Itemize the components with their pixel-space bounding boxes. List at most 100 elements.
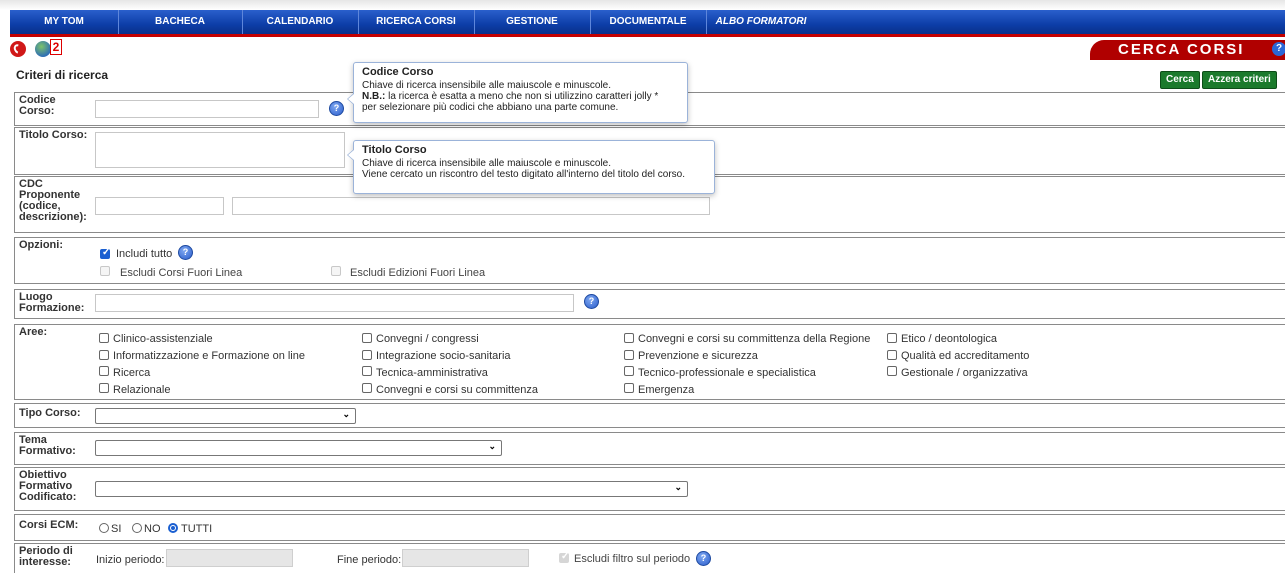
page-title: CERCA CORSI [1090,40,1285,60]
nav-documentale[interactable]: DOCUMENTALE [590,10,707,34]
area-checkbox[interactable] [362,366,372,376]
luogo-input[interactable] [95,294,574,312]
nav-ricerca-corsi[interactable]: RICERCA CORSI [358,10,475,34]
escludi-corsi-label: Escludi Corsi Fuori Linea [120,267,243,279]
help-icon[interactable]: ? [1272,42,1285,56]
obiettivo-label: Obiettivo Formativo Codificato: [19,469,77,503]
phone-icon[interactable] [10,41,26,57]
escludi-edizioni-checkbox[interactable] [331,266,341,276]
area-label: Integrazione socio-sanitaria [376,350,511,362]
row-aree: Aree: Clinico-assistenziale Convegni / c… [14,324,1285,400]
codice-input[interactable] [95,100,319,118]
row-luogo-formazione: Luogo Formazione: ? [14,289,1285,319]
periodo-label: Periodo di interesse: [19,545,73,568]
row-obiettivo-formativo: Obiettivo Formativo Codificato: ⌄ [14,467,1285,511]
nav-gestione[interactable]: GESTIONE [474,10,591,34]
tooltip-line: per selezionare più codici che abbiano u… [362,102,619,113]
tooltip-titolo-corso: Titolo Corso Chiave di ricerca insensibi… [347,140,715,194]
tooltip-caret [347,149,354,161]
inizio-periodo-label: Inizio periodo: [96,554,165,566]
area-label: Prevenzione e sicurezza [638,350,758,362]
area-checkbox[interactable] [887,350,897,360]
escludi-corsi-checkbox[interactable] [100,266,110,276]
area-label: Informatizzazione e Formazione on line [113,350,305,362]
escludi-filtro-label: Escludi filtro sul periodo [574,553,691,565]
area-label: Relazionale [113,384,171,396]
opzioni-label: Opzioni: [19,239,63,251]
includi-tutto-label: Includi tutto [116,248,173,260]
chevron-down-icon: ⌄ [342,409,350,419]
search-button[interactable]: Cerca [1160,71,1200,89]
area-checkbox[interactable] [99,366,109,376]
nav-my-tom[interactable]: MY TOM [10,10,119,34]
obiettivo-formativo-select[interactable]: ⌄ [95,481,688,497]
area-label: Convegni / congressi [376,333,479,345]
luogo-label: Luogo Formazione: [19,291,85,314]
codice-label: Codice Corso: [19,94,56,117]
area-checkbox[interactable] [362,333,372,343]
help-icon[interactable]: ? [329,101,344,116]
escludi-edizioni-label: Escludi Edizioni Fuori Linea [350,267,486,279]
fine-periodo-label: Fine periodo: [337,554,402,566]
escludi-filtro-checkbox[interactable] [559,551,569,563]
tooltip-title: Codice Corso [362,66,434,78]
area-label: Qualità ed accreditamento [901,350,1030,362]
area-checkbox[interactable] [624,383,634,393]
area-label: Tecnico-professionale e specialistica [638,367,816,379]
tooltip-title: Titolo Corso [362,144,427,156]
tooltip-line-text: la ricerca è esatta a meno che non si ut… [388,91,659,102]
area-checkbox[interactable] [624,366,634,376]
titolo-input[interactable] [95,132,345,168]
area-checkbox[interactable] [99,350,109,360]
notification-badge[interactable]: 2 [50,39,62,55]
ecm-tutti-label: TUTTI [181,523,213,535]
area-label: Emergenza [638,384,695,396]
ecm-tutti-radio[interactable] [168,523,178,533]
tooltip-codice-corso: Codice Corso Chiave di ricerca insensibi… [347,62,688,123]
window-top-strip [0,0,1285,10]
nav-calendario[interactable]: CALENDARIO [242,10,359,34]
help-icon[interactable]: ? [696,551,711,566]
area-label: Tecnica-amministrativa [376,367,488,379]
ecm-si-label: SI [111,523,122,535]
globe-icon[interactable] [35,41,51,57]
area-checkbox[interactable] [624,350,634,360]
area-checkbox[interactable] [362,383,372,393]
chevron-down-icon: ⌄ [488,441,496,451]
fine-periodo-input[interactable] [402,549,529,567]
tema-formativo-select[interactable]: ⌄ [95,440,502,456]
tooltip-nb: N.B.: [362,91,386,102]
tooltip-caret [347,93,354,105]
area-checkbox[interactable] [99,383,109,393]
inizio-periodo-input[interactable] [166,549,293,567]
area-checkbox[interactable] [887,366,897,376]
tooltip-line: Chiave di ricerca insensibile alle maius… [362,158,612,169]
cdc-code-input[interactable] [95,197,224,215]
row-tipo-corso: Tipo Corso: ⌄ [14,403,1285,428]
area-checkbox[interactable] [887,333,897,343]
area-checkbox[interactable] [624,333,634,343]
nav-albo-formatori[interactable]: ALBO FORMATORI [706,10,816,34]
tooltip-line: N.B.: la ricerca è esatta a meno che non… [362,91,679,102]
ecm-label: Corsi ECM: [19,519,79,531]
includi-tutto-checkbox[interactable] [100,247,110,259]
row-tema-formativo: Tema Formativo: ⌄ [14,432,1285,465]
help-icon[interactable]: ? [178,245,193,260]
tooltip-line: Chiave di ricerca insensibile alle maius… [362,80,612,91]
area-checkbox[interactable] [99,333,109,343]
cdc-description-input[interactable] [232,197,710,215]
ecm-si-radio[interactable] [99,523,109,533]
area-label: Etico / deontologica [901,333,998,345]
main-nav: MY TOM BACHECA CALENDARIO RICERCA CORSI … [10,10,1285,37]
area-checkbox[interactable] [362,350,372,360]
section-title: Criteri di ricerca [16,68,109,82]
ecm-no-radio[interactable] [132,523,142,533]
area-label: Convegni e corsi su committenza [376,384,539,396]
tipo-corso-select[interactable]: ⌄ [95,408,356,424]
tema-label: Tema Formativo: [19,434,76,457]
row-periodo: Periodo di interesse: Inizio periodo: Fi… [14,543,1285,573]
reset-button[interactable]: Azzera criteri [1202,71,1277,89]
nav-bacheca[interactable]: BACHECA [118,10,243,34]
aree-label: Aree: [19,326,48,338]
help-icon[interactable]: ? [584,294,599,309]
